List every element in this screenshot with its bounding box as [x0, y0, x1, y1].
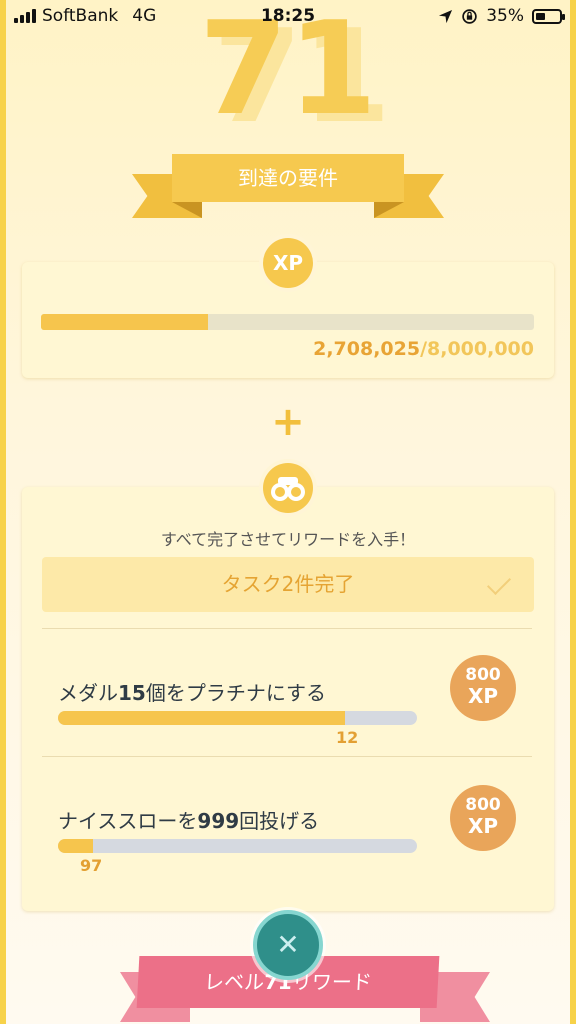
- task-1-progress-bar: [58, 711, 417, 725]
- task-2-title-post: 回投げる: [239, 809, 320, 833]
- status-bar: SoftBank 4G 18:25 35%: [0, 0, 576, 34]
- task-2-reward-amount: 800: [465, 795, 501, 815]
- plus-sign: +: [271, 399, 305, 445]
- task-1-progress-fill: [58, 711, 346, 725]
- task-1-title-pre: メダル: [58, 681, 118, 705]
- requirements-ribbon: 到達の要件: [132, 152, 444, 218]
- ribbon-title: 到達の要件: [172, 154, 404, 202]
- battery-percent: 35%: [486, 6, 524, 26]
- task-1-count: 12: [336, 728, 359, 747]
- tasks-intro: すべて完了させてリワードを入手！: [160, 530, 416, 549]
- frame-left-border: [0, 0, 6, 1024]
- task-1-title: メダル15個をプラチナにする: [58, 677, 326, 706]
- xp-progress-bar: [41, 314, 534, 330]
- xp-current: 2,708,025: [313, 338, 421, 360]
- battery-icon: [532, 8, 565, 24]
- xp-progress-fill: [41, 314, 208, 330]
- xp-badge: XP: [263, 238, 313, 288]
- task-1-title-num: 15: [118, 681, 146, 705]
- binoculars-badge: [263, 463, 313, 513]
- divider: [42, 756, 532, 757]
- rotation-lock-icon: [462, 8, 477, 24]
- level-reward-pre: レベル: [203, 970, 265, 994]
- task-2-title-num: 999: [197, 809, 240, 833]
- task-2-progress-bar: [58, 839, 417, 853]
- close-button[interactable]: ✕: [253, 910, 323, 980]
- xp-progress-text: 2,708,025/8,000,000: [313, 338, 534, 360]
- task-2-progress-fill: [58, 839, 93, 853]
- check-icon: [486, 570, 512, 596]
- task-2-reward-badge: 800 XP: [450, 785, 516, 851]
- task-1-title-post: 個をプラチナにする: [145, 681, 327, 705]
- task-2-reward-unit: XP: [467, 814, 499, 838]
- task-1-reward-unit: XP: [467, 684, 499, 708]
- divider: [42, 628, 532, 629]
- binoculars-icon: [271, 477, 305, 501]
- task-2-title: ナイススローを999回投げる: [58, 805, 319, 834]
- task-1-reward-badge: 800 XP: [450, 655, 516, 721]
- xp-max: /8,000,000: [420, 338, 534, 360]
- task-2-title-pre: ナイススローを: [58, 809, 198, 833]
- close-icon: ✕: [276, 928, 300, 961]
- location-arrow-icon: [439, 9, 453, 23]
- frame-right-border: [570, 0, 576, 1024]
- tasks-summary-label: タスク2件完了: [221, 572, 355, 596]
- task-2-count: 97: [80, 856, 103, 875]
- tasks-summary-box[interactable]: タスク2件完了: [42, 557, 534, 612]
- task-1-reward-amount: 800: [465, 665, 501, 685]
